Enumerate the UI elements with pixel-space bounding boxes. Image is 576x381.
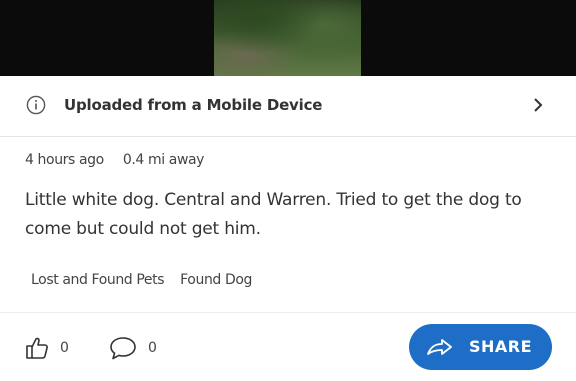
info-circle-icon <box>26 95 46 115</box>
post-timestamp: 4 hours ago <box>25 152 104 168</box>
post-tags: Lost and Found Pets Found Dog <box>31 272 252 288</box>
divider <box>0 312 576 313</box>
share-arrow-icon <box>427 339 452 355</box>
share-label: SHARE <box>469 337 533 356</box>
upload-source-banner[interactable]: Uploaded from a Mobile Device <box>0 76 576 137</box>
post-media[interactable] <box>0 0 576 76</box>
comment-count: 0 <box>148 340 157 356</box>
like-count: 0 <box>60 340 69 356</box>
like-button[interactable]: 0 <box>24 333 69 363</box>
post-description: Little white dog. Central and Warren. Tr… <box>25 190 522 239</box>
post-meta: 4 hours ago 0.4 mi away <box>25 152 204 168</box>
post-distance: 0.4 mi away <box>122 152 205 168</box>
chevron-right-icon[interactable] <box>531 96 545 114</box>
thumbs-up-icon <box>26 337 48 359</box>
share-button[interactable]: SHARE <box>409 324 552 370</box>
tag-found-dog[interactable]: Found Dog <box>180 272 252 288</box>
speech-bubble-icon <box>110 337 136 360</box>
banner-text: Uploaded from a Mobile Device <box>64 96 323 114</box>
tag-lost-and-found-pets[interactable]: Lost and Found Pets <box>31 272 164 288</box>
comment-button[interactable]: 0 <box>108 333 157 363</box>
dog-photo[interactable] <box>214 0 361 76</box>
